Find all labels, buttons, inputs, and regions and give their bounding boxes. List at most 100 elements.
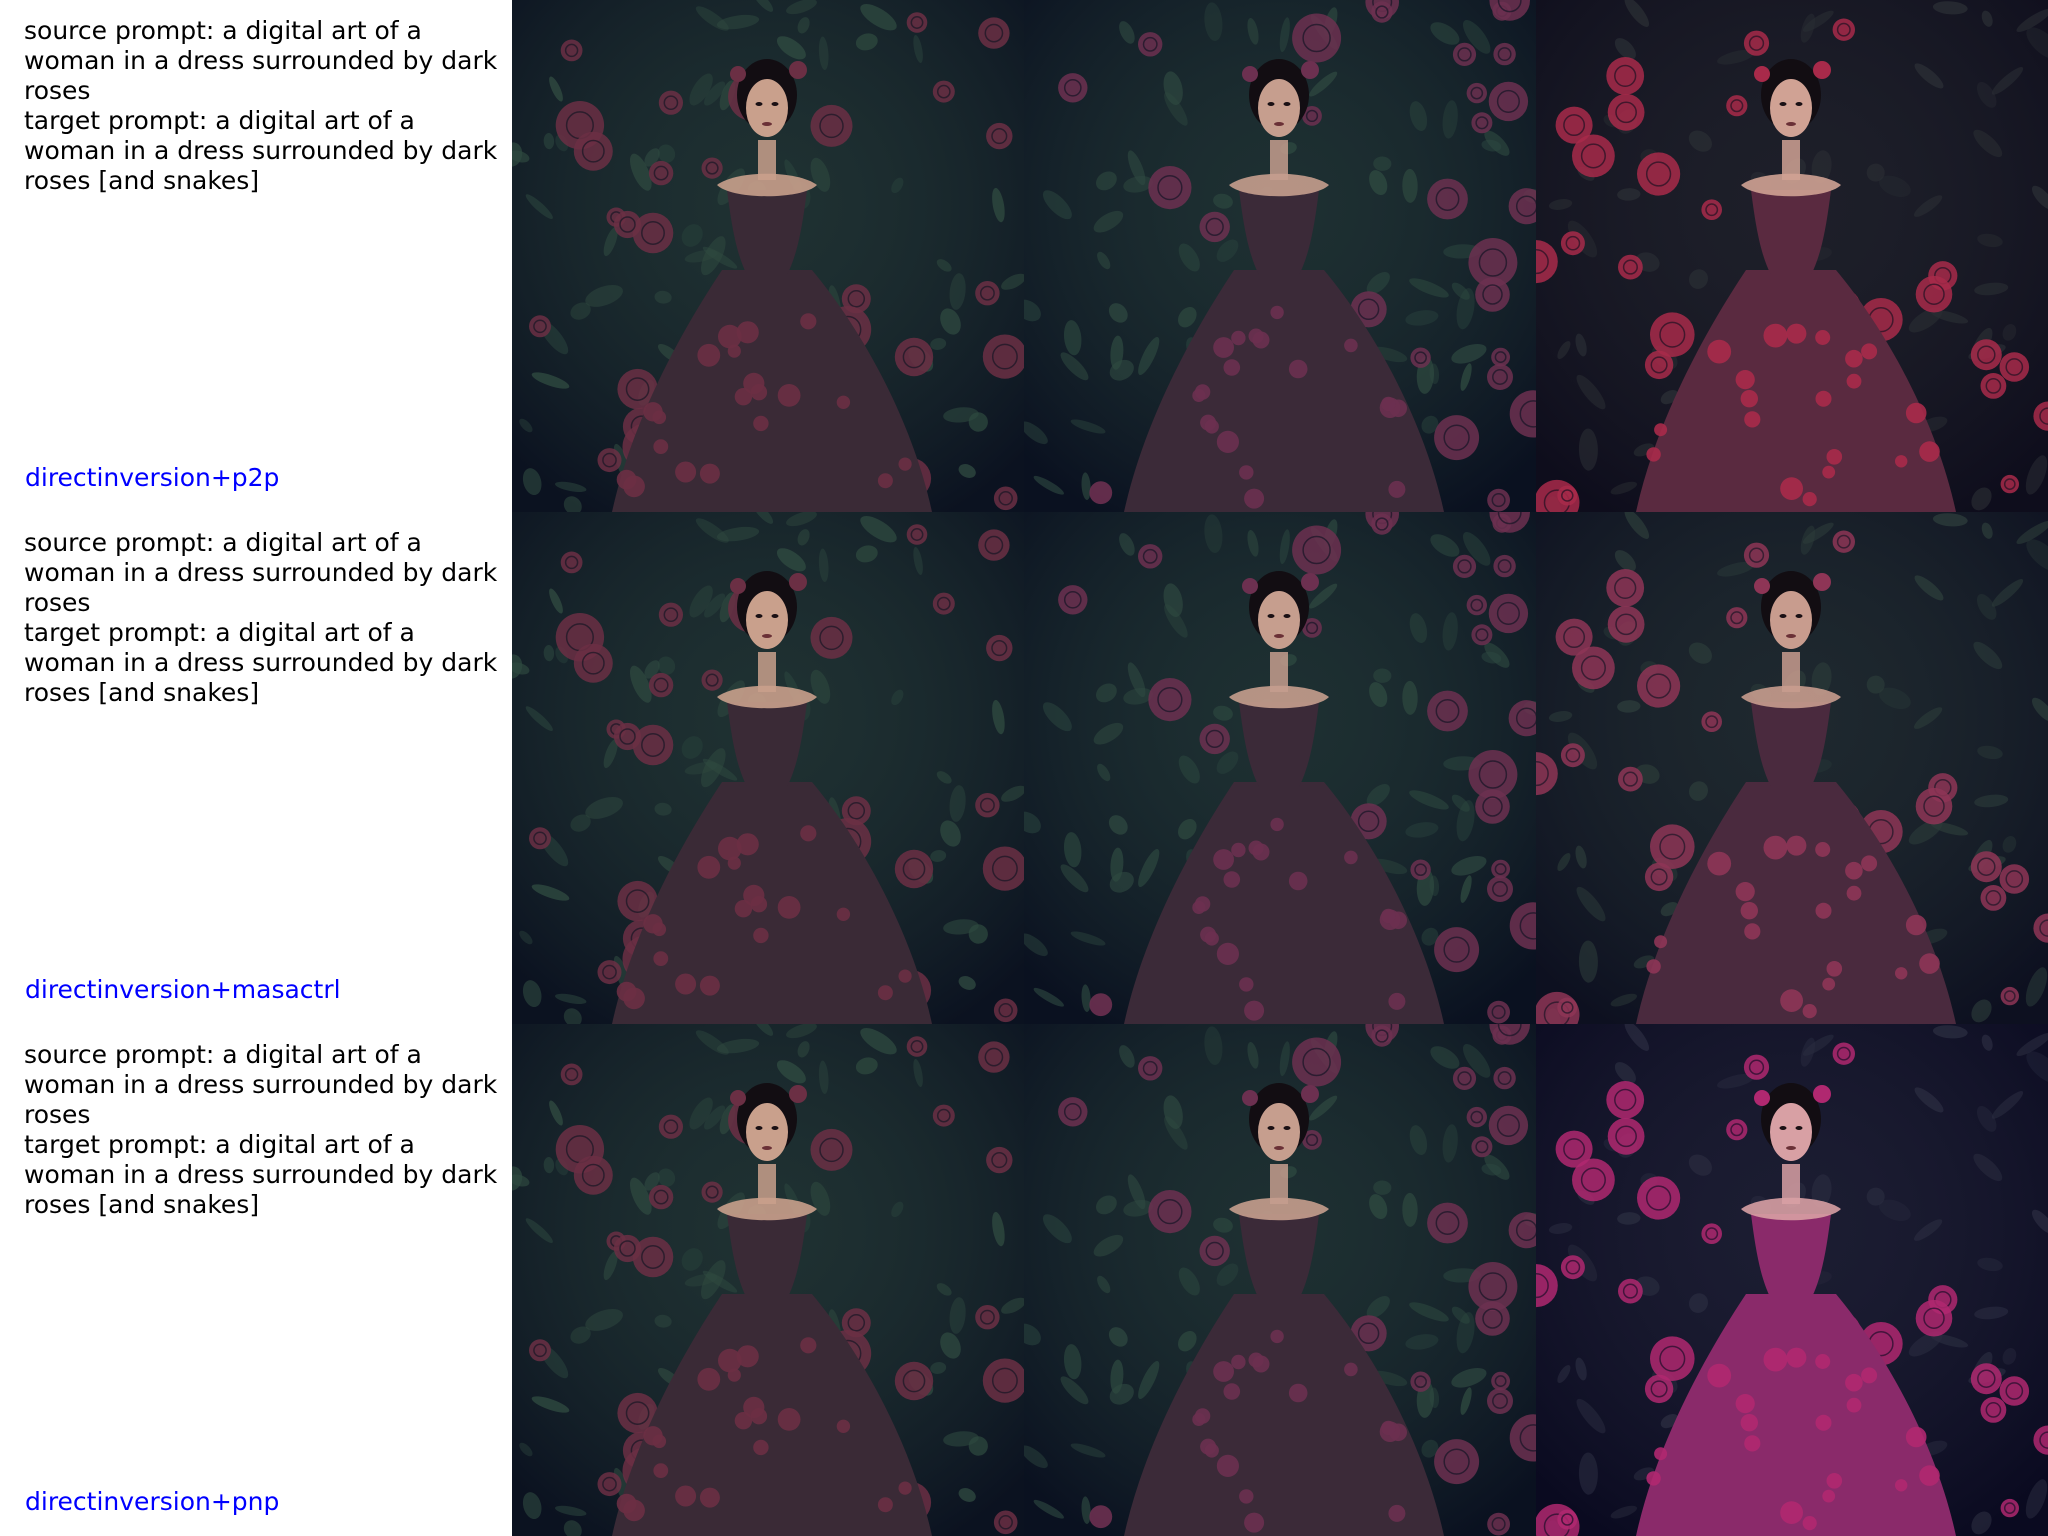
gown-rose xyxy=(753,1439,769,1456)
rose xyxy=(993,486,1018,511)
gown-rose xyxy=(1223,871,1241,888)
rose xyxy=(1915,1299,1953,1337)
rose xyxy=(648,672,674,698)
gown-rose xyxy=(1763,323,1788,348)
gown-rose xyxy=(1223,359,1241,376)
gown-rose xyxy=(1815,1354,1831,1369)
gown-rose xyxy=(616,469,637,490)
rose xyxy=(993,998,1018,1023)
gown-rose xyxy=(1735,1394,1755,1414)
artwork-illustration xyxy=(1536,512,2048,1024)
gown-rose xyxy=(697,1367,721,1391)
rose xyxy=(648,160,674,186)
rose xyxy=(1701,199,1722,220)
rose xyxy=(1980,373,2007,399)
rose xyxy=(1560,1255,1585,1280)
gown-rose xyxy=(753,927,769,944)
gown-rose xyxy=(1707,1363,1732,1388)
gown-rose xyxy=(1381,396,1396,412)
rose xyxy=(1560,743,1585,768)
gown-rose xyxy=(1646,959,1661,974)
artwork-illustration xyxy=(1024,0,1536,512)
rose xyxy=(906,12,928,33)
rose xyxy=(1452,554,1477,578)
gown-rose xyxy=(1815,390,1832,407)
gown-rose xyxy=(1905,914,1927,936)
gown-rose xyxy=(1919,441,1940,462)
rose xyxy=(1560,231,1585,256)
gown-rose xyxy=(653,951,669,966)
gown-rose xyxy=(750,896,768,913)
rose xyxy=(1832,18,1855,41)
rose xyxy=(1743,1054,1770,1080)
rose xyxy=(2000,1498,2019,1518)
rose xyxy=(1557,485,1578,506)
gown-rose xyxy=(1288,1383,1308,1403)
edited-image xyxy=(1536,0,2048,512)
rose xyxy=(1743,542,1770,568)
prompt-text: source prompt: a digital art of a woman … xyxy=(24,1040,498,1219)
gown-rose xyxy=(1194,896,1211,912)
rose xyxy=(1487,1000,1510,1024)
rose xyxy=(1475,789,1510,824)
rose xyxy=(1148,1190,1192,1234)
gown-rose xyxy=(1204,931,1219,946)
rose xyxy=(1058,585,1088,615)
method-name: directinversion+masactrl xyxy=(25,975,341,1004)
results-grid: source prompt: a digital art of a woman … xyxy=(0,0,2048,1536)
rose xyxy=(1557,1509,1578,1530)
rose xyxy=(1980,885,2007,911)
gown-rose xyxy=(1744,923,1761,940)
gown-rose xyxy=(1826,1473,1843,1489)
rose xyxy=(1466,1106,1487,1128)
rose xyxy=(1427,690,1468,732)
rose xyxy=(1292,13,1342,63)
gown-rose xyxy=(1252,331,1270,349)
edited-image xyxy=(1536,512,2048,1024)
rose xyxy=(1371,513,1393,535)
gown-rose xyxy=(1388,1504,1406,1522)
rose xyxy=(1607,93,1645,131)
artwork-illustration xyxy=(1024,512,1536,1024)
result-row-p2p: source prompt: a digital art of a woman … xyxy=(0,0,2048,512)
gown-rose xyxy=(1895,967,1908,980)
edited-image xyxy=(1536,1024,2048,1536)
rose xyxy=(529,827,551,850)
gown-rose xyxy=(1204,419,1219,434)
rose xyxy=(932,1104,955,1127)
gown-rose xyxy=(1216,1454,1239,1477)
source-image xyxy=(512,0,1024,512)
rose xyxy=(1452,1066,1477,1090)
gown-rose xyxy=(753,415,769,432)
gown-rose xyxy=(1780,477,1803,500)
gown-rose xyxy=(1270,305,1284,320)
rose xyxy=(1555,1130,1593,1168)
gown-rose xyxy=(1231,330,1246,346)
gown-rose xyxy=(675,1485,697,1507)
rose xyxy=(986,122,1013,150)
gown-rose xyxy=(800,313,817,330)
gown-rose xyxy=(1786,323,1807,344)
rose xyxy=(1410,347,1431,368)
gown-rose xyxy=(1216,942,1239,965)
reconstructed-image xyxy=(1024,1024,1536,1536)
rose xyxy=(613,210,642,239)
rose xyxy=(1644,862,1674,892)
gown-rose xyxy=(1846,1397,1862,1413)
gown-rose xyxy=(1740,390,1758,408)
rose xyxy=(906,524,928,545)
rose xyxy=(1199,1235,1230,1267)
rose xyxy=(1488,593,1529,634)
gown-rose xyxy=(1905,1426,1927,1448)
rose xyxy=(1970,851,2002,883)
gown-rose xyxy=(616,1493,637,1514)
rose xyxy=(1606,1081,1645,1119)
gown-rose xyxy=(1381,1420,1396,1436)
gown-rose xyxy=(653,439,669,454)
rose xyxy=(1555,618,1593,656)
rose xyxy=(2000,986,2019,1006)
rose xyxy=(1980,1397,2007,1423)
artwork-illustration xyxy=(1536,0,2048,512)
gown-rose xyxy=(1288,359,1308,379)
rose xyxy=(1491,347,1510,367)
